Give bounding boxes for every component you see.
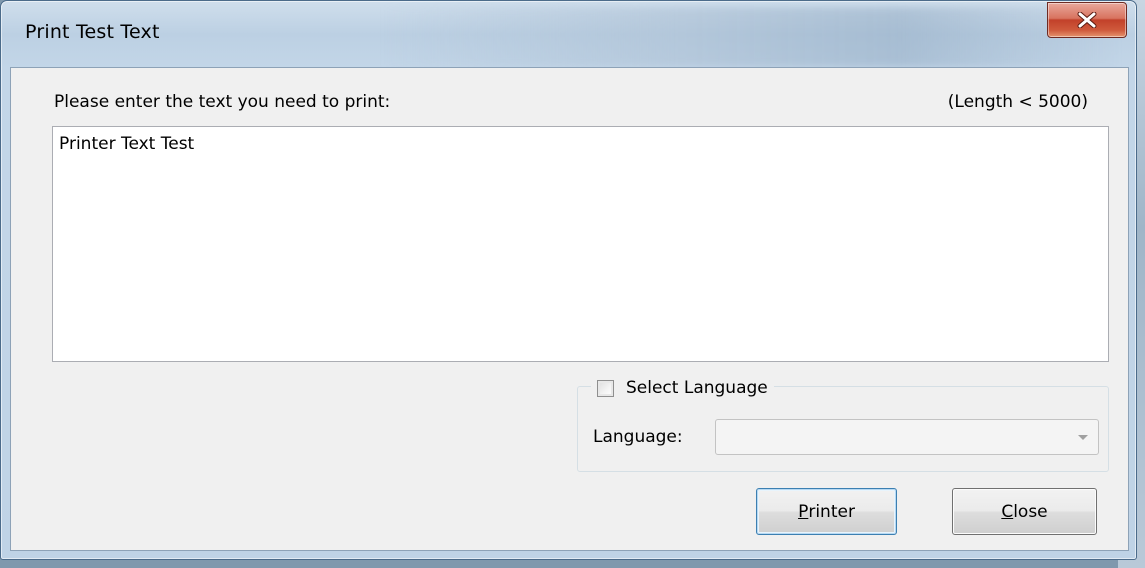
- window-title: Print Test Text: [25, 21, 160, 43]
- select-language-checkbox[interactable]: [597, 379, 614, 397]
- length-limit-label: (Length < 5000): [947, 92, 1088, 112]
- select-language-toggle[interactable]: Select Language: [591, 376, 774, 400]
- title-bar-glass: [381, 7, 1121, 67]
- printer-button-mnemonic: P: [798, 501, 809, 522]
- printer-button[interactable]: Printer: [756, 488, 897, 535]
- language-dropdown[interactable]: [715, 419, 1099, 455]
- dialog-client-area: Please enter the text you need to print:…: [10, 67, 1129, 551]
- title-bar[interactable]: Print Test Text: [1, 1, 1136, 67]
- close-button-mnemonic: C: [1001, 501, 1014, 522]
- print-text-input[interactable]: Printer Text Test: [52, 126, 1109, 362]
- window-close-button[interactable]: [1047, 2, 1127, 38]
- print-test-text-dialog: Print Test Text Please enter the text yo…: [0, 0, 1137, 560]
- printer-button-label: rinter: [808, 501, 855, 522]
- close-button-label: lose: [1013, 501, 1048, 522]
- close-button[interactable]: Close: [952, 488, 1097, 535]
- chevron-down-icon: [1078, 435, 1088, 440]
- select-language-label: Select Language: [626, 378, 768, 398]
- close-x-icon: [1077, 12, 1097, 28]
- language-label: Language:: [593, 427, 683, 447]
- prompt-label: Please enter the text you need to print:: [54, 92, 391, 112]
